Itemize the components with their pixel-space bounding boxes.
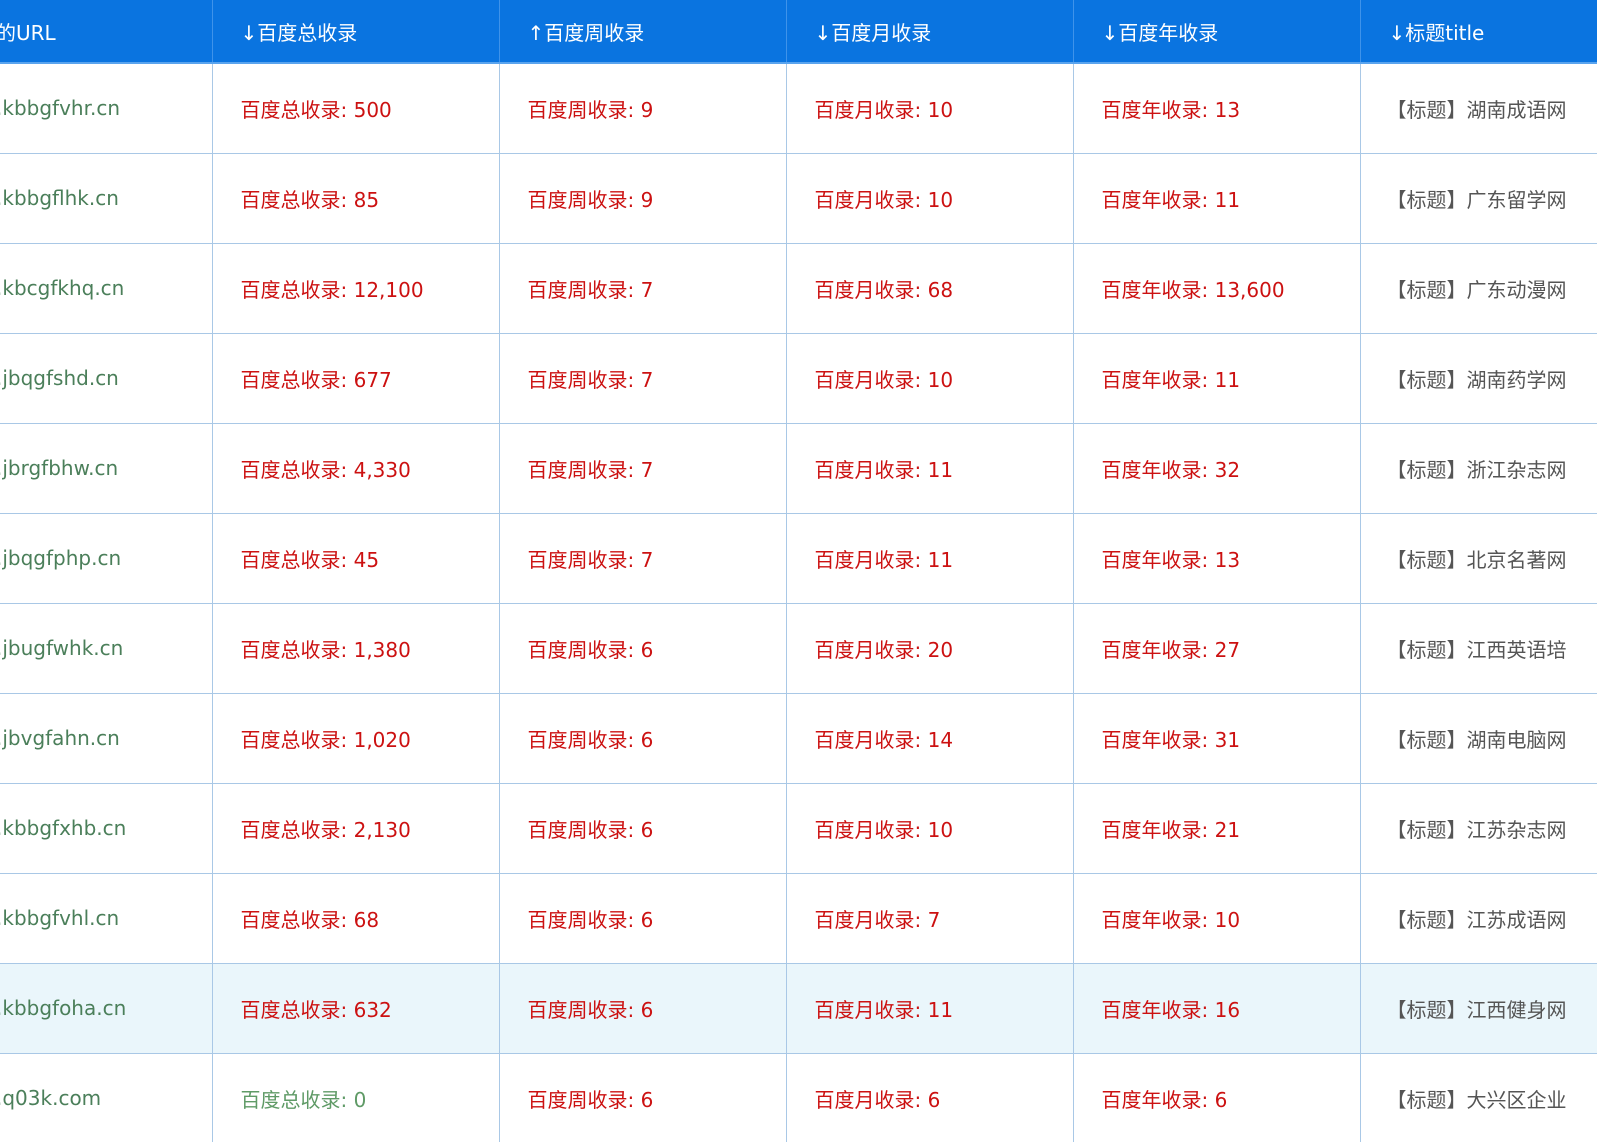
baidu-week-cell[interactable]: 百度周收录: 9 <box>498 63 786 154</box>
baidu-week-cell[interactable]: 百度周收录: 6 <box>498 873 786 964</box>
baidu-week-cell[interactable]: 百度周收录: 7 <box>498 243 786 334</box>
title-cell: 【标题】湖南药学网 <box>1359 333 1597 424</box>
table-row: .q03k.com 百度总收录: 0 百度周收录: 6 百度月收录: 6 百度年… <box>0 1053 1597 1142</box>
baidu-total-cell[interactable]: 百度总收录: 677 <box>211 333 499 424</box>
baidu-year-cell[interactable]: 百度年收录: 11 <box>1072 333 1360 424</box>
baidu-month-cell[interactable]: 百度月收录: 6 <box>785 1053 1073 1142</box>
table-row: .kbbgfxhb.cn 百度总收录: 2,130 百度周收录: 6 百度月收录… <box>0 783 1597 874</box>
title-cell: 【标题】湖南成语网 <box>1359 63 1597 154</box>
column-header-baidu-total[interactable]: ↓百度总收录 <box>211 0 499 64</box>
baidu-month-cell[interactable]: 百度月收录: 20 <box>785 603 1073 694</box>
table-row: .kbcgfkhq.cn 百度总收录: 12,100 百度周收录: 7 百度月收… <box>0 243 1597 334</box>
table-row: .jbqgfshd.cn 百度总收录: 677 百度周收录: 7 百度月收录: … <box>0 333 1597 424</box>
baidu-total-cell[interactable]: 百度总收录: 68 <box>211 873 499 964</box>
table-row: .kbbgfvhr.cn 百度总收录: 500 百度周收录: 9 百度月收录: … <box>0 63 1597 154</box>
table-row: .jbrgfbhw.cn 百度总收录: 4,330 百度周收录: 7 百度月收录… <box>0 423 1597 514</box>
baidu-week-cell[interactable]: 百度周收录: 6 <box>498 963 786 1054</box>
url-cell[interactable]: .jbugfwhk.cn <box>0 603 212 694</box>
baidu-month-cell[interactable]: 百度月收录: 10 <box>785 333 1073 424</box>
table-row: .jbvgfahn.cn 百度总收录: 1,020 百度周收录: 6 百度月收录… <box>0 693 1597 784</box>
title-cell: 【标题】江苏杂志网 <box>1359 783 1597 874</box>
baidu-year-cell[interactable]: 百度年收录: 27 <box>1072 603 1360 694</box>
baidu-total-cell[interactable]: 百度总收录: 0 <box>211 1053 499 1142</box>
baidu-week-cell[interactable]: 百度周收录: 7 <box>498 513 786 604</box>
baidu-year-cell[interactable]: 百度年收录: 32 <box>1072 423 1360 514</box>
title-cell: 【标题】广东动漫网 <box>1359 243 1597 334</box>
baidu-total-cell[interactable]: 百度总收录: 2,130 <box>211 783 499 874</box>
baidu-week-cell[interactable]: 百度周收录: 9 <box>498 153 786 244</box>
baidu-total-cell[interactable]: 百度总收录: 85 <box>211 153 499 244</box>
baidu-month-cell[interactable]: 百度月收录: 10 <box>785 153 1073 244</box>
url-cell[interactable]: .jbvgfahn.cn <box>0 693 212 784</box>
baidu-month-cell[interactable]: 百度月收录: 11 <box>785 513 1073 604</box>
title-cell: 【标题】大兴区企业 <box>1359 1053 1597 1142</box>
baidu-week-cell[interactable]: 百度周收录: 7 <box>498 423 786 514</box>
column-header-baidu-year[interactable]: ↓百度年收录 <box>1072 0 1360 64</box>
baidu-year-cell[interactable]: 百度年收录: 31 <box>1072 693 1360 784</box>
table-row: .jbugfwhk.cn 百度总收录: 1,380 百度周收录: 6 百度月收录… <box>0 603 1597 694</box>
baidu-week-cell[interactable]: 百度周收录: 6 <box>498 603 786 694</box>
baidu-week-cell[interactable]: 百度周收录: 7 <box>498 333 786 424</box>
baidu-total-cell[interactable]: 百度总收录: 500 <box>211 63 499 154</box>
url-cell[interactable]: .jbrgfbhw.cn <box>0 423 212 514</box>
title-cell: 【标题】湖南电脑网 <box>1359 693 1597 784</box>
title-cell: 【标题】江西英语培 <box>1359 603 1597 694</box>
baidu-year-cell[interactable]: 百度年收录: 13 <box>1072 513 1360 604</box>
baidu-month-cell[interactable]: 百度月收录: 10 <box>785 783 1073 874</box>
baidu-month-cell[interactable]: 百度月收录: 10 <box>785 63 1073 154</box>
table-row-hovered[interactable]: .kbbgfoha.cn 百度总收录: 632 百度周收录: 6 百度月收录: … <box>0 963 1597 1054</box>
seo-stats-viewport: 的URL ↓百度总收录 ↑百度周收录 ↓百度月收录 ↓百度年收录 ↓标题titl… <box>0 0 1597 1142</box>
url-cell[interactable]: .kbbgfvhr.cn <box>0 63 212 154</box>
index-stats-table: 的URL ↓百度总收录 ↑百度周收录 ↓百度月收录 ↓百度年收录 ↓标题titl… <box>0 0 1597 1142</box>
baidu-year-cell[interactable]: 百度年收录: 21 <box>1072 783 1360 874</box>
baidu-total-cell[interactable]: 百度总收录: 1,020 <box>211 693 499 784</box>
baidu-month-cell[interactable]: 百度月收录: 11 <box>785 963 1073 1054</box>
baidu-year-cell[interactable]: 百度年收录: 16 <box>1072 963 1360 1054</box>
baidu-year-cell[interactable]: 百度年收录: 6 <box>1072 1053 1360 1142</box>
title-cell: 【标题】北京名著网 <box>1359 513 1597 604</box>
baidu-total-cell[interactable]: 百度总收录: 1,380 <box>211 603 499 694</box>
baidu-month-cell[interactable]: 百度月收录: 7 <box>785 873 1073 964</box>
baidu-month-cell[interactable]: 百度月收录: 68 <box>785 243 1073 334</box>
url-cell[interactable]: .jbqgfshd.cn <box>0 333 212 424</box>
title-cell: 【标题】江苏成语网 <box>1359 873 1597 964</box>
baidu-year-cell[interactable]: 百度年收录: 11 <box>1072 153 1360 244</box>
table-row: .kbbgflhk.cn 百度总收录: 85 百度周收录: 9 百度月收录: 1… <box>0 153 1597 244</box>
table-row: .jbqgfphp.cn 百度总收录: 45 百度周收录: 7 百度月收录: 1… <box>0 513 1597 604</box>
baidu-month-cell[interactable]: 百度月收录: 14 <box>785 693 1073 784</box>
url-cell[interactable]: .kbbgfvhl.cn <box>0 873 212 964</box>
url-cell[interactable]: .kbbgfxhb.cn <box>0 783 212 874</box>
column-header-baidu-month[interactable]: ↓百度月收录 <box>785 0 1073 64</box>
url-cell[interactable]: .kbbgfoha.cn <box>0 963 212 1054</box>
url-cell[interactable]: .kbcgfkhq.cn <box>0 243 212 334</box>
baidu-week-cell[interactable]: 百度周收录: 6 <box>498 693 786 784</box>
column-header-title[interactable]: ↓标题title <box>1359 0 1597 64</box>
baidu-total-cell[interactable]: 百度总收录: 632 <box>211 963 499 1054</box>
baidu-year-cell[interactable]: 百度年收录: 10 <box>1072 873 1360 964</box>
title-cell: 【标题】广东留学网 <box>1359 153 1597 244</box>
baidu-total-cell[interactable]: 百度总收录: 12,100 <box>211 243 499 334</box>
title-cell: 【标题】浙江杂志网 <box>1359 423 1597 514</box>
table-header-row: 的URL ↓百度总收录 ↑百度周收录 ↓百度月收录 ↓百度年收录 ↓标题titl… <box>0 0 1597 64</box>
baidu-week-cell[interactable]: 百度周收录: 6 <box>498 1053 786 1142</box>
baidu-month-cell[interactable]: 百度月收录: 11 <box>785 423 1073 514</box>
baidu-week-cell[interactable]: 百度周收录: 6 <box>498 783 786 874</box>
table-row: .kbbgfvhl.cn 百度总收录: 68 百度周收录: 6 百度月收录: 7… <box>0 873 1597 964</box>
baidu-year-cell[interactable]: 百度年收录: 13 <box>1072 63 1360 154</box>
column-header-baidu-week[interactable]: ↑百度周收录 <box>498 0 786 64</box>
column-header-url[interactable]: 的URL <box>0 0 212 64</box>
baidu-total-cell[interactable]: 百度总收录: 45 <box>211 513 499 604</box>
url-cell[interactable]: .q03k.com <box>0 1053 212 1142</box>
baidu-year-cell[interactable]: 百度年收录: 13,600 <box>1072 243 1360 334</box>
title-cell: 【标题】江西健身网 <box>1359 963 1597 1054</box>
url-cell[interactable]: .kbbgflhk.cn <box>0 153 212 244</box>
url-cell[interactable]: .jbqgfphp.cn <box>0 513 212 604</box>
baidu-total-cell[interactable]: 百度总收录: 4,330 <box>211 423 499 514</box>
